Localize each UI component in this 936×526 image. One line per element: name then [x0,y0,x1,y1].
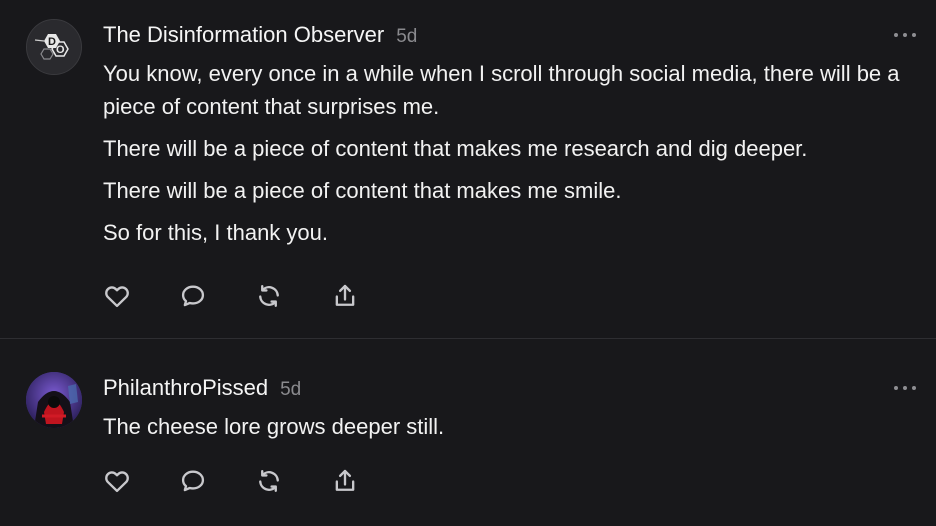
post: PhilanthroPissed 5d The cheese lore grows… [0,339,936,526]
author-name-text[interactable]: The Disinformation Observer [103,22,384,47]
post-timestamp: 5d [396,26,418,47]
philanthropissed-avatar-image [26,372,82,428]
post-actions [102,466,406,496]
repost-button[interactable] [254,466,284,496]
thread-feed: D O The Disinformation Observer 5d You kn… [0,0,936,526]
share-icon [335,469,355,491]
author-name[interactable]: PhilanthroPissed 5d [103,375,301,401]
comment-icon [181,470,205,492]
comment-button[interactable] [178,281,208,311]
avatar[interactable]: D O [26,19,82,75]
repost-icon [259,470,279,492]
author-name-text[interactable]: PhilanthroPissed [103,375,268,400]
heart-icon [105,471,129,493]
comment-icon [181,285,205,307]
disinformation-observer-logo: D O [27,20,81,74]
post-paragraph: The cheese lore grows deeper still. [103,414,445,439]
post-body: You know, every once in a while when I s… [103,57,903,249]
author-name[interactable]: The Disinformation Observer 5d [103,22,417,48]
post-body: The cheese lore grows deeper still. [103,410,903,443]
post-paragraph: There will be a piece of content that ma… [103,136,808,161]
comment-button[interactable] [178,466,208,496]
post-timestamp: 5d [280,379,302,400]
post: D O The Disinformation Observer 5d You kn… [0,0,936,338]
share-icon [335,284,355,306]
post-paragraph: So for this, I thank you. [103,220,329,245]
repost-button[interactable] [254,281,284,311]
like-button[interactable] [102,466,132,496]
heart-icon [105,286,129,308]
repost-icon [259,285,279,307]
more-options-icon[interactable] [894,383,916,393]
post-paragraph: You know, every once in a while when I s… [103,61,900,119]
post-actions [102,281,406,311]
avatar[interactable] [26,372,82,428]
svg-text:O: O [56,44,65,56]
post-paragraph: There will be a piece of content that ma… [103,178,622,203]
svg-text:D: D [48,36,56,48]
share-button[interactable] [330,281,360,311]
like-button[interactable] [102,281,132,311]
more-options-icon[interactable] [894,30,916,40]
share-button[interactable] [330,466,360,496]
